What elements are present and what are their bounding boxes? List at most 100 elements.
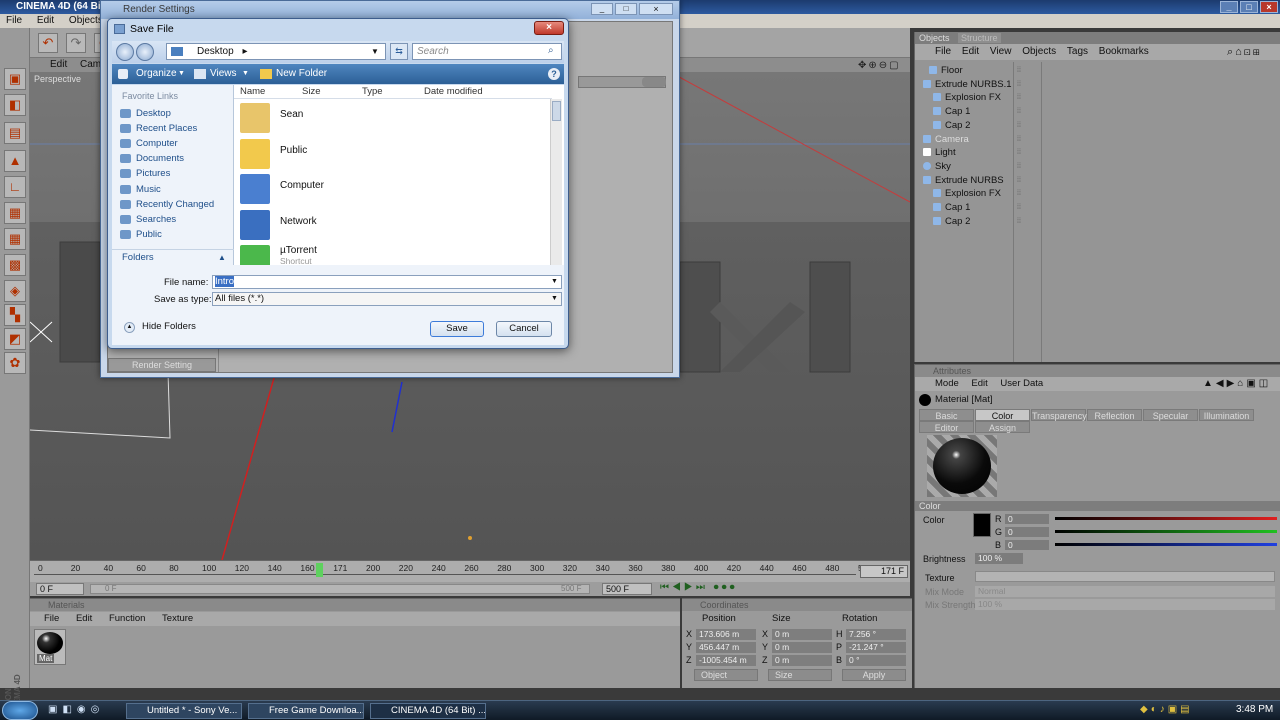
col-type[interactable]: Type	[362, 85, 383, 99]
objects-menu-bookmarks[interactable]: Bookmarks	[1099, 46, 1149, 57]
object-row[interactable]: Cap 2 ⁞⁞	[915, 119, 1280, 132]
coord-size-field[interactable]: 0 m	[772, 629, 832, 640]
object-row[interactable]: Cap 2 ⁞⁞	[915, 215, 1280, 228]
attr-tab[interactable]: Editor	[919, 421, 974, 433]
preview-range-slider[interactable]: 0 F 500 F	[90, 584, 590, 594]
mix-mode-select[interactable]: Normal	[975, 586, 1275, 597]
brightness-field[interactable]: 100 %	[975, 553, 1023, 564]
favorite-link[interactable]: Music	[120, 183, 161, 196]
col-name[interactable]: Name	[240, 85, 265, 99]
visibility-dots-icon[interactable]: ⁞⁞	[1017, 174, 1021, 187]
tray-icons[interactable]: ◆◐♪▣▤	[1140, 704, 1193, 715]
channel-value-field[interactable]: 0	[1005, 540, 1049, 550]
favorite-link[interactable]: Recently Changed	[120, 198, 214, 211]
save-button[interactable]: Save	[430, 321, 484, 337]
address-box[interactable]: Desktop ▸ ▼	[166, 43, 386, 60]
folders-toggle[interactable]: Folders ▲	[112, 249, 234, 265]
cancel-button[interactable]: Cancel	[496, 321, 552, 337]
materials-menu-function[interactable]: Function	[109, 613, 145, 624]
end-frame-field[interactable]: 500 F	[602, 583, 652, 595]
viewport-menu-edit[interactable]: Edit	[50, 59, 67, 70]
channel-slider[interactable]	[1055, 543, 1277, 546]
attr-tab[interactable]: Transparency	[1031, 409, 1087, 421]
object-row[interactable]: Extrude NURBS ⁞⁞	[915, 174, 1280, 187]
visibility-dots-icon[interactable]: ⁞⁞	[1017, 91, 1021, 104]
start-frame-field[interactable]: 0 F	[36, 583, 84, 595]
maximize-button[interactable]: □	[1240, 1, 1258, 13]
object-row[interactable]: Cap 1 ⁞⁞	[915, 201, 1280, 214]
timeline[interactable]: 0 20 40 60 80 100 120 140 160 171 200 220 240 260 280 3…	[30, 560, 910, 582]
favorite-link[interactable]: Pictures	[120, 167, 170, 180]
search-input[interactable]: Search	[412, 43, 562, 60]
apply-button[interactable]: Apply	[842, 669, 906, 681]
rs-maximize-button[interactable]: □	[615, 3, 637, 15]
visibility-dots-icon[interactable]: ⁞⁞	[1017, 105, 1021, 118]
close-button[interactable]: ×	[1260, 1, 1278, 13]
coord-rotation-field[interactable]: 0 °	[846, 655, 906, 666]
taskbar-task[interactable]: CINEMA 4D (64 Bit) ...	[370, 703, 486, 719]
rs-close-button[interactable]: ×	[639, 3, 673, 15]
forward-button[interactable]	[136, 43, 154, 61]
file-name-input[interactable]: Intro ▼	[212, 275, 562, 289]
file-item[interactable]: Computer	[240, 172, 540, 206]
tab-objects[interactable]: Objects	[919, 33, 950, 43]
current-frame-field[interactable]: 171 F	[860, 565, 908, 578]
materials-menu-edit[interactable]: Edit	[76, 613, 92, 624]
timeline-playhead[interactable]	[316, 563, 323, 577]
attr-menu-edit[interactable]: Edit	[971, 378, 987, 389]
coord-rotation-field[interactable]: -21.247 °	[846, 642, 906, 653]
redo-icon[interactable]: ↷	[66, 33, 86, 53]
undo-icon[interactable]: ↶	[38, 33, 58, 53]
materials-menu-texture[interactable]: Texture	[162, 613, 193, 624]
checker-tool-icon[interactable]: ▚	[4, 304, 26, 326]
file-item[interactable]: Public	[240, 137, 540, 171]
objects-search-icon[interactable]: ⌕⌂⊡⊞	[1227, 44, 1262, 60]
visibility-dots-icon[interactable]: ⁞⁞	[1017, 119, 1021, 132]
favorite-link[interactable]: Desktop	[120, 107, 171, 120]
attr-menu-mode[interactable]: Mode	[935, 378, 959, 389]
object-row[interactable]: Camera ⁞⁞	[915, 133, 1280, 146]
file-item[interactable]: Network	[240, 208, 540, 242]
model-tool-icon[interactable]: ▣	[4, 68, 26, 90]
visibility-dots-icon[interactable]: ⁞⁞	[1017, 146, 1021, 159]
menu-objects[interactable]: Objects	[69, 15, 103, 26]
texture-field[interactable]	[975, 571, 1275, 582]
dialog-close-button[interactable]: ×	[534, 21, 564, 35]
coord-position-field[interactable]: -1005.454 m	[696, 655, 756, 666]
start-button[interactable]	[2, 701, 38, 720]
save-as-type-select[interactable]: All files (*.*) ▼	[212, 292, 562, 306]
favorite-link[interactable]: Computer	[120, 137, 178, 150]
material-preview[interactable]	[927, 435, 997, 497]
channel-slider[interactable]	[1055, 517, 1277, 520]
visibility-dots-icon[interactable]: ⁞⁞	[1017, 215, 1021, 228]
attr-tab[interactable]: Illumination	[1199, 409, 1254, 421]
coord-position-field[interactable]: 456.447 m	[696, 642, 756, 653]
objects-menu-tags[interactable]: Tags	[1067, 46, 1088, 57]
attr-tab[interactable]: Assign	[975, 421, 1030, 433]
attr-tab[interactable]: Reflection	[1087, 409, 1142, 421]
col-size[interactable]: Size	[302, 85, 320, 99]
refresh-icon[interactable]: ⇆	[390, 43, 408, 60]
visibility-dots-icon[interactable]: ⁞⁞	[1017, 201, 1021, 214]
objects-menu-file[interactable]: File	[935, 46, 951, 57]
attr-tab[interactable]: Basic	[919, 409, 974, 421]
object-tool-icon[interactable]: ◧	[4, 94, 26, 116]
favorite-link[interactable]: Public	[120, 228, 162, 241]
mix-strength-field[interactable]: 100 %	[975, 599, 1275, 610]
search-icon[interactable]: ⌕	[548, 45, 554, 56]
organize-button[interactable]: Organize	[136, 64, 177, 84]
new-folder-button[interactable]: New Folder	[276, 64, 327, 84]
objects-menu-view[interactable]: View	[990, 46, 1012, 57]
materials-menu-file[interactable]: File	[44, 613, 59, 624]
object-row[interactable]: Explosion FX ⁞⁞	[915, 91, 1280, 104]
channel-slider[interactable]	[1055, 530, 1277, 533]
taskbar-task[interactable]: Free Game Downloa...	[248, 703, 364, 719]
scroll-thumb[interactable]	[552, 101, 561, 121]
taskbar-task[interactable]: Untitled * - Sony Ve...	[126, 703, 242, 719]
file-item[interactable]: Sean	[240, 101, 540, 135]
coord-size-select[interactable]: Size	[768, 669, 832, 681]
coord-size-field[interactable]: 0 m	[772, 655, 832, 666]
tab-structure[interactable]: Structure	[958, 33, 1001, 43]
color-swatch[interactable]	[973, 513, 991, 537]
object-row[interactable]: Floor ⁞⁞	[915, 64, 1280, 77]
